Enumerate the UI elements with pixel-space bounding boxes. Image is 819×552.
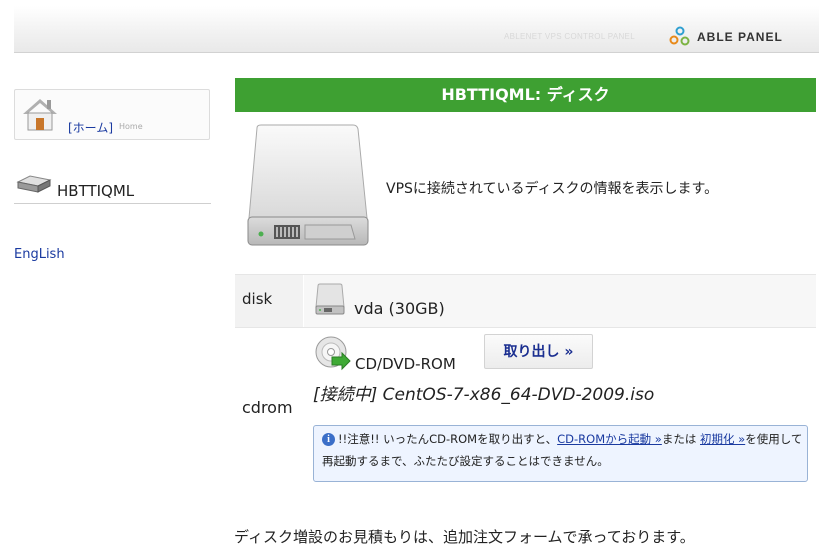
eject-button[interactable]: 取り出し » <box>484 334 593 369</box>
page-title: HBTTIQML: ディスク <box>235 78 816 112</box>
able-panel-logo[interactable]: ABLE PANEL <box>669 26 783 48</box>
boot-from-cdrom-link[interactable]: CD-ROMから起動 » <box>557 432 662 446</box>
header-subtitle: ABLENET VPS CONTROL PANEL <box>504 32 635 41</box>
intro-text: VPSに接続されているディスクの情報を表示します。 <box>386 181 719 197</box>
language-link[interactable]: EngLish <box>14 247 65 262</box>
home-sub-label: Home <box>119 122 143 131</box>
logo-text: ABLE PANEL <box>697 30 783 44</box>
cd-disc-icon <box>315 336 351 371</box>
server-name: HBTTIQML <box>57 182 135 200</box>
disk-label: disk <box>242 290 273 308</box>
info-icon: i <box>322 433 335 446</box>
disk-label-cell: disk <box>235 275 303 327</box>
hard-disk-icon <box>247 124 369 246</box>
cdrom-row: cdrom CD/DVD-ROM 取り出し » [接続中] CentOS-7-x… <box>235 327 816 492</box>
logo-icon <box>669 26 690 46</box>
home-icon <box>23 99 57 131</box>
mounted-iso: [接続中] CentOS-7-x86_64-DVD-2009.iso <box>313 385 655 405</box>
server-icon <box>16 175 52 193</box>
home-label[interactable]: [ホーム] <box>68 119 113 136</box>
cdrom-device: CD/DVD-ROM <box>355 355 456 373</box>
notice-text-2: または <box>661 432 697 446</box>
notice-text-1: !!注意!! いったんCD-ROMを取り出すと、 <box>338 432 558 446</box>
sidebar-item-server[interactable]: HBTTIQML <box>14 170 211 204</box>
cdrom-label: cdrom <box>242 398 293 417</box>
notice-box: i !!注意!! いったんCD-ROMを取り出すと、CD-ROMから起動 »または… <box>313 425 808 482</box>
disk-value-cell: vda (30GB) <box>304 275 816 327</box>
disk-row: disk vda (30GB) <box>235 274 816 328</box>
disk-value: vda (30GB) <box>354 299 445 318</box>
home-link-box[interactable]: [ホーム] Home <box>14 89 210 140</box>
footer-text: ディスク増設のお見積もりは、追加注文フォームで承っております。 <box>234 528 695 546</box>
disk-icon <box>315 283 345 315</box>
page-header: ABLENET VPS CONTROL PANEL ABLE PANEL <box>14 6 819 53</box>
initialize-link[interactable]: 初期化 » <box>700 432 745 446</box>
